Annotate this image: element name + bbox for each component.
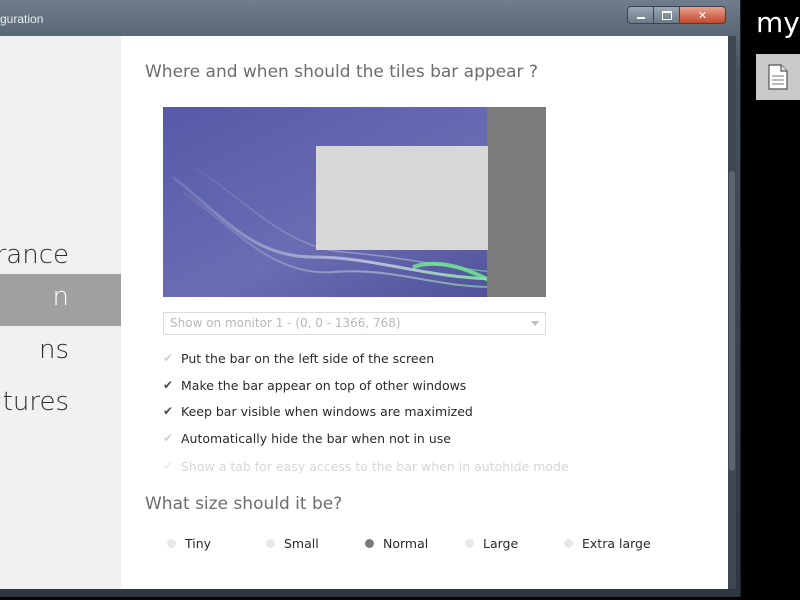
maximize-icon	[661, 10, 672, 20]
radio-label: Normal	[383, 535, 429, 551]
checkmark-icon: ✔	[163, 378, 174, 392]
option-label: Make the bar appear on top of other wind…	[181, 377, 467, 393]
radio-label: Tiny	[185, 535, 212, 551]
side-app-title: my	[756, 6, 800, 39]
option-left-side-checkbox[interactable]: ✔ Put the bar on the left side of the sc…	[163, 348, 434, 368]
size-heading: What size should it be?	[145, 494, 343, 514]
maximize-button[interactable]	[654, 6, 680, 24]
checkmark-icon: ✔	[163, 431, 174, 445]
chevron-down-icon	[531, 321, 539, 326]
option-label: Put the bar on the left side of the scre…	[181, 350, 435, 366]
size-radio-tiny[interactable]: Tiny	[167, 533, 211, 553]
minimize-icon	[636, 16, 645, 19]
checkmark-icon: ✔	[163, 351, 174, 365]
settings-sidebar: rance n ns eatures	[0, 36, 121, 589]
checkmark-icon: ✔	[163, 459, 174, 473]
settings-content: Where and when should the tiles bar appe…	[121, 36, 728, 589]
radio-icon	[266, 538, 275, 548]
placement-heading: Where and when should the tiles bar appe…	[145, 62, 538, 82]
radio-icon	[167, 538, 176, 548]
title-bar[interactable]: guration ✕	[0, 0, 740, 36]
preview-tiles-bar	[487, 107, 546, 297]
checkmark-icon: ✔	[163, 404, 174, 418]
document-icon	[768, 64, 788, 90]
sidebar-item-label: rance	[0, 240, 69, 270]
option-label: Show a tab for easy access to the bar wh…	[181, 458, 569, 474]
size-radio-large[interactable]: Large	[465, 533, 518, 553]
sidebar-item-label: ns	[38, 335, 69, 365]
sidebar-item-features[interactable]: eatures	[0, 379, 121, 431]
size-radio-group: Tiny Small Normal Large Extra large	[163, 533, 663, 553]
size-radio-small[interactable]: Small	[266, 533, 319, 553]
size-radio-normal[interactable]: Normal	[365, 533, 428, 553]
sidebar-item-label: n	[52, 282, 69, 312]
option-autohide-tab-checkbox: ✔ Show a tab for easy access to the bar …	[163, 456, 569, 476]
option-label: Automatically hide the bar when not in u…	[181, 430, 451, 446]
sidebar-item-options[interactable]: ns	[0, 327, 121, 379]
option-visible-maximized-checkbox[interactable]: ✔ Keep bar visible when windows are maxi…	[163, 401, 473, 421]
window-controls: ✕	[627, 6, 726, 24]
scrollbar-thumb[interactable]	[729, 171, 735, 471]
sidebar-item-position[interactable]: n	[0, 274, 121, 326]
settings-client-area: rance n ns eatures Where and when should…	[0, 36, 728, 589]
option-on-top-checkbox[interactable]: ✔ Make the bar appear on top of other wi…	[163, 375, 466, 395]
monitor-select-value: Show on monitor 1 - (0, 0 - 1366, 768)	[170, 316, 401, 330]
monitor-select[interactable]: Show on monitor 1 - (0, 0 - 1366, 768)	[163, 312, 546, 335]
option-autohide-checkbox[interactable]: ✔ Automatically hide the bar when not in…	[163, 428, 451, 448]
radio-label: Extra large	[582, 535, 651, 551]
window-title: guration	[0, 12, 44, 26]
option-label: Keep bar visible when windows are maximi…	[181, 403, 473, 419]
radio-selected-icon	[365, 538, 374, 548]
close-icon: ✕	[697, 8, 708, 22]
radio-icon	[564, 538, 573, 548]
size-radio-extra-large[interactable]: Extra large	[564, 533, 651, 553]
radio-label: Small	[284, 535, 319, 551]
vertical-scrollbar[interactable]	[728, 36, 736, 589]
close-button[interactable]: ✕	[680, 6, 726, 24]
radio-icon	[465, 538, 474, 548]
preview-window	[316, 146, 488, 250]
screen-preview	[163, 107, 546, 297]
minimize-button[interactable]	[627, 6, 654, 24]
radio-label: Large	[483, 535, 519, 551]
sidebar-item-label: eatures	[0, 387, 69, 417]
side-app-tile[interactable]	[756, 54, 800, 100]
